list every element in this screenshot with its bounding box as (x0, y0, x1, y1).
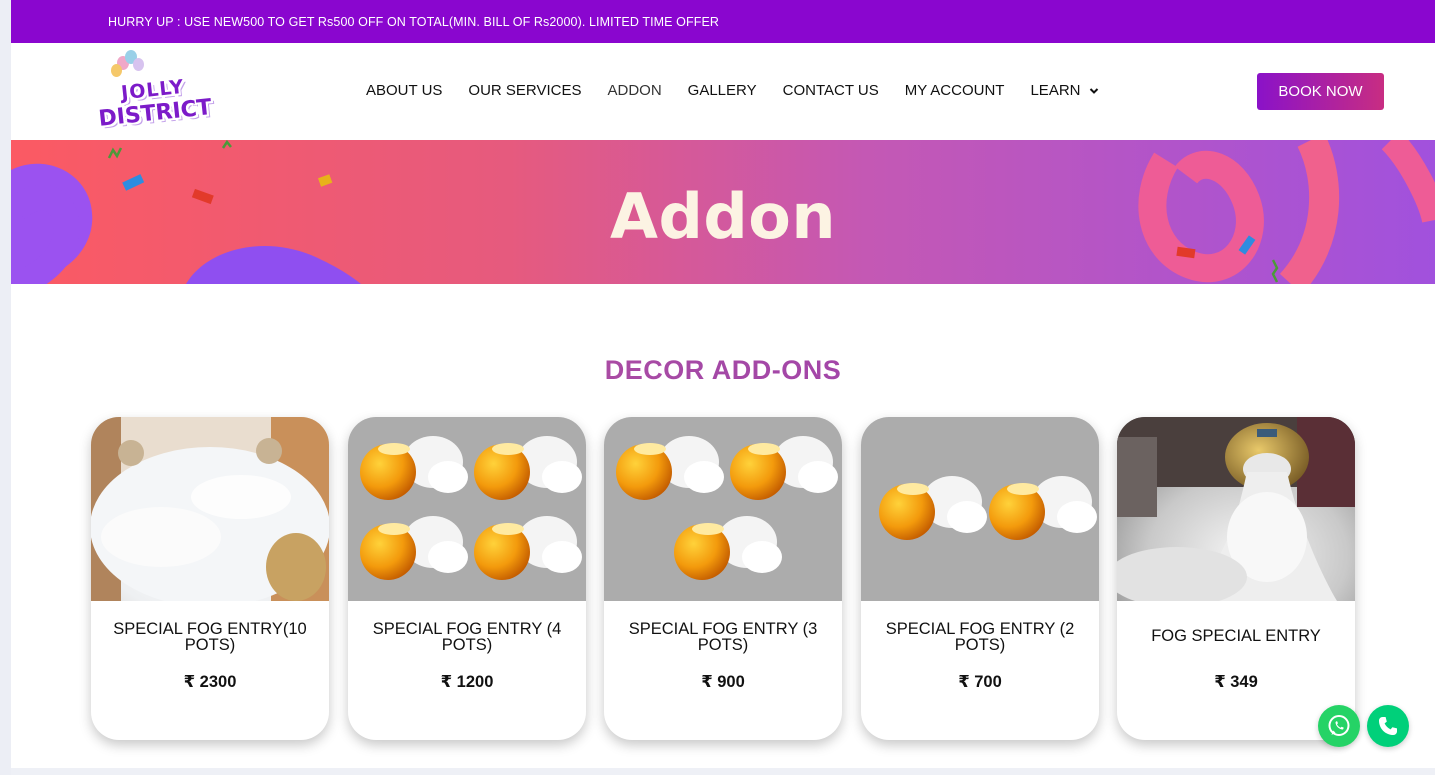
card-title: SPECIAL FOG ENTRY (2 POTS) (885, 620, 1075, 654)
card-price: ₹ 700 (958, 673, 1002, 691)
card-title: SPECIAL FOG ENTRY (3 POTS) (628, 620, 818, 654)
card-title: SPECIAL FOG ENTRY (4 POTS) (372, 620, 562, 654)
card-title: FOG SPECIAL ENTRY (1151, 627, 1321, 645)
addon-card[interactable]: SPECIAL FOG ENTRY (3 POTS) ₹ 900 (604, 417, 842, 740)
nav-addon[interactable]: ADDON (608, 82, 662, 99)
addon-card[interactable]: SPECIAL FOG ENTRY (2 POTS) ₹ 700 (861, 417, 1099, 740)
hero-banner: Addon (11, 140, 1435, 284)
card-price: ₹ 1200 (440, 673, 494, 691)
card-price: ₹ 900 (701, 673, 745, 691)
chevron-down-icon (1089, 87, 1098, 94)
page: HURRY UP : USE NEW500 TO GET Rs500 OFF O… (11, 0, 1435, 775)
nav-contact-us[interactable]: CONTACT US (783, 82, 879, 99)
phone-icon (1379, 717, 1397, 735)
card-image-fog-machine (1117, 417, 1355, 601)
nav-about-us[interactable]: ABOUT US (366, 82, 442, 99)
book-now-button[interactable]: BOOK NOW (1257, 73, 1384, 110)
main-nav: ABOUT US OUR SERVICES ADDON GALLERY CONT… (366, 82, 1125, 99)
section-title: DECOR ADD-ONS (11, 355, 1435, 386)
whatsapp-icon (1328, 715, 1350, 736)
site-header: JOLLY DISTRICT ABOUT US OUR SERVICES ADD… (11, 43, 1435, 140)
whatsapp-button[interactable] (1318, 705, 1360, 747)
promo-text: HURRY UP : USE NEW500 TO GET Rs500 OFF O… (108, 14, 720, 29)
card-price: ₹ 349 (1214, 673, 1258, 691)
nav-gallery[interactable]: GALLERY (688, 82, 757, 99)
addon-card[interactable]: FOG SPECIAL ENTRY ₹ 349 (1117, 417, 1355, 740)
page-title: Addon (610, 180, 836, 253)
card-image-four-pots (348, 417, 586, 601)
site-logo[interactable]: JOLLY DISTRICT (89, 50, 219, 138)
addon-card[interactable]: SPECIAL FOG ENTRY (4 POTS) ₹ 1200 (348, 417, 586, 740)
promo-bar: HURRY UP : USE NEW500 TO GET Rs500 OFF O… (11, 0, 1435, 43)
nav-our-services[interactable]: OUR SERVICES (468, 82, 581, 99)
nav-learn-dropdown[interactable]: LEARN (1030, 82, 1098, 99)
card-price: ₹ 2300 (183, 673, 237, 691)
card-image-two-pots (861, 417, 1099, 601)
card-title: SPECIAL FOG ENTRY(10 POTS) (113, 620, 307, 654)
card-image-three-pots (604, 417, 842, 601)
nav-learn-label: LEARN (1030, 82, 1081, 99)
addon-card[interactable]: SPECIAL FOG ENTRY(10 POTS) ₹ 2300 (91, 417, 329, 740)
call-button[interactable] (1367, 705, 1409, 747)
card-image-fog-corridor (91, 417, 329, 601)
nav-my-account[interactable]: MY ACCOUNT (905, 82, 1005, 99)
page-bottom-strip (11, 768, 1435, 775)
